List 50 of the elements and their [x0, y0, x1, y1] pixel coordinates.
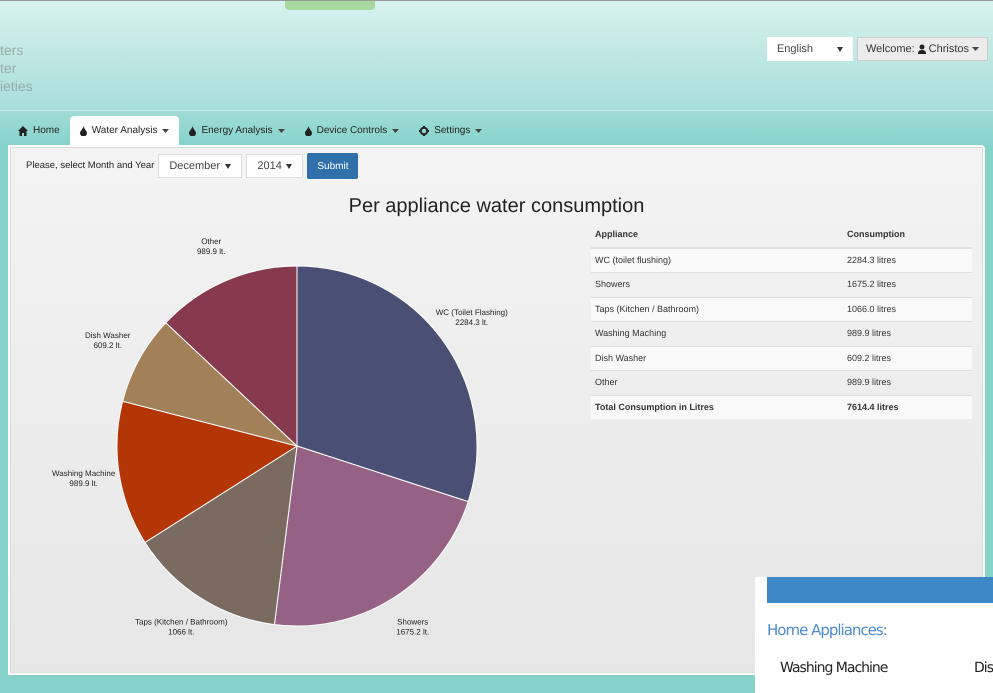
dropdown-arrow-icon [836, 46, 843, 52]
nav-tab[interactable]: Settings [409, 116, 492, 145]
table-cell: Washing Maching [591, 322, 843, 346]
drop-icon [189, 126, 196, 136]
gear-icon [419, 126, 430, 136]
caret-icon [972, 47, 979, 51]
slice-label: Dish Washer 609.2 lt. [84, 330, 130, 350]
nav-tab[interactable]: Device Controls [294, 116, 410, 145]
table-cell: 1675.2 litres [843, 272, 972, 297]
table-cell: WC (toilet flushing) [591, 248, 843, 272]
slice-label: Taps (Kitchen / Bathroom) 1066 lt. [135, 617, 228, 636]
logo-text: ieties [0, 77, 33, 95]
month-select[interactable]: December [158, 154, 242, 178]
home-icon [18, 126, 28, 136]
submit-button[interactable]: Submit [307, 153, 358, 179]
slice-label: Showers 1675.2 lt. [396, 617, 430, 636]
table-cell: 609.2 litres [843, 346, 972, 370]
appliance-label: Washing Machine [780, 658, 888, 678]
table-cell: 989.9 litres [843, 370, 972, 395]
drop-icon [80, 126, 87, 136]
section-heading: Home Appliances: [767, 620, 888, 641]
slice-label: Other 989.9 lt. [196, 236, 226, 256]
dropdown-arrow-icon [225, 164, 232, 168]
slice-label: Washing Machine 989.9 lt. [52, 468, 116, 488]
year-select[interactable]: 2014 [246, 154, 304, 178]
logo-text: ters [0, 41, 24, 59]
table-cell: Dish Washer [591, 346, 843, 370]
nav-tab[interactable]: Home [8, 116, 70, 145]
table-cell: 989.9 litres [843, 322, 972, 346]
table-cell: Showers [591, 272, 843, 297]
chart-title: Per appliance water consumption [348, 195, 644, 217]
user-menu-button[interactable]: Welcome: Christos [856, 37, 988, 61]
column-header: Appliance [591, 223, 843, 248]
total-cell: 7614.4 litres [843, 395, 972, 419]
slice-label: WC (Toilet Flashing) 2284.3 lt. [436, 308, 508, 328]
logo-text: ter [0, 59, 18, 77]
nav-tab[interactable]: Water Analysis [70, 116, 180, 145]
user-icon [918, 44, 926, 54]
drop-icon [304, 126, 312, 136]
total-cell: Total Consumption in Litres [591, 395, 843, 419]
table-cell: Taps (Kitchen / Bathroom) [591, 297, 843, 322]
prompt-label: Please, select Month and Year [26, 158, 154, 173]
table-cell: 2284.3 litres [843, 248, 972, 272]
language-select[interactable]: English [766, 37, 853, 61]
table-cell: Other [591, 370, 843, 395]
table-cell: 1066.0 litres [843, 297, 972, 322]
nav-tab[interactable]: Energy Analysis [179, 116, 295, 145]
dropdown-arrow-icon [286, 164, 292, 168]
column-header: Consumption [843, 223, 972, 248]
appliance-label: Dis [974, 658, 993, 678]
